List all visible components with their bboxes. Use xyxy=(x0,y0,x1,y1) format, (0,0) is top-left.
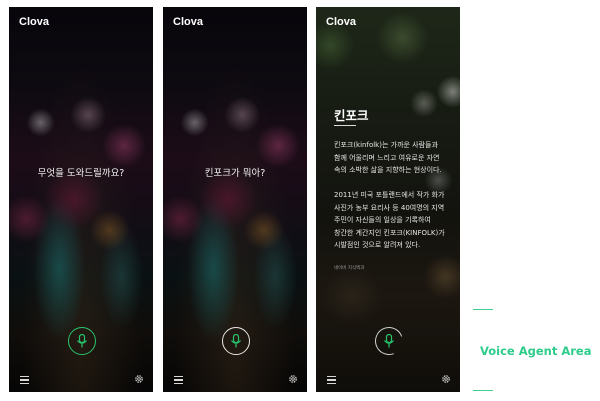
answer-paragraph-1: 킨포크(kinfolk)는 가까운 사람들과 함께 어울리며 느리고 여유로운 … xyxy=(334,141,442,174)
answer-source[interactable]: 네이버 지식백과 xyxy=(334,265,364,271)
microphone-icon xyxy=(231,334,241,348)
gear-icon[interactable] xyxy=(288,374,298,384)
voice-agent-area-bracket-bottom xyxy=(473,390,493,391)
microphone-icon xyxy=(384,334,394,348)
microphone-icon xyxy=(77,334,87,348)
answer-paragraph-2: 2011년 미국 포틀랜드에서 작가 화가 사진가 농부 요리사 등 40여명의… xyxy=(334,191,445,249)
gear-icon[interactable] xyxy=(441,374,451,384)
phone-screen-1: Clova 무엇을 도와드릴까요? xyxy=(9,7,153,392)
gear-icon[interactable] xyxy=(134,374,144,384)
user-query-text: 킨포크가 뭐아? xyxy=(204,168,266,179)
mic-button[interactable] xyxy=(222,327,250,355)
app-title: Clova xyxy=(19,16,49,28)
voice-prompt-text: 무엇을 도와드릴까요? xyxy=(37,168,125,179)
phone-screen-3: Clova 킨포크 킨포크(kinfolk)는 가까운 사람들과 함께 어울리며… xyxy=(316,7,460,392)
hamburger-menu-icon[interactable] xyxy=(327,376,336,384)
answer-card-title: 킨포크 xyxy=(334,108,369,123)
hamburger-menu-icon[interactable] xyxy=(20,376,29,384)
hamburger-menu-icon[interactable] xyxy=(174,376,183,384)
mic-button[interactable] xyxy=(68,327,96,355)
voice-agent-area-label: Voice Agent Area xyxy=(480,344,592,358)
app-title: Clova xyxy=(173,16,203,28)
voice-agent-area-bracket-top xyxy=(473,309,493,310)
phone-screen-2: Clova 킨포크가 뭐아? xyxy=(163,7,307,392)
app-title: Clova xyxy=(326,16,356,28)
title-divider xyxy=(334,125,356,126)
